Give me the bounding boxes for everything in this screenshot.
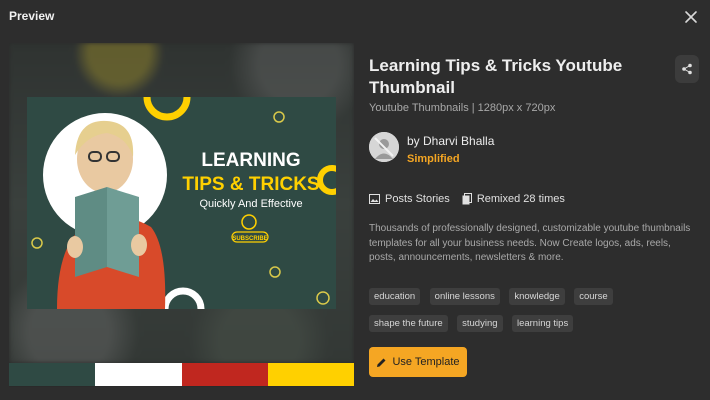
template-info: Learning Tips & Tricks Youtube Thumbnail… <box>369 55 699 114</box>
pencil-icon <box>377 358 386 367</box>
palette-swatch[interactable] <box>267 363 354 386</box>
thumb-subscribe: SUBSCRIBE <box>232 236 267 242</box>
template-preview: LEARNING TIPS & TRICKS Quickly And Effec… <box>9 43 354 387</box>
close-button[interactable] <box>682 8 700 26</box>
tag[interactable]: education <box>369 288 421 305</box>
modal-header: Preview <box>0 0 710 34</box>
thumbnail-image: LEARNING TIPS & TRICKS Quickly And Effec… <box>27 97 336 309</box>
palette-swatch[interactable] <box>9 363 96 386</box>
author-company: Simplified <box>407 153 460 165</box>
author-name[interactable]: by Dharvi Bhalla <box>407 134 494 148</box>
tag[interactable]: knowledge <box>509 288 565 305</box>
author-row: by Dharvi Bhalla Simplified <box>369 132 669 170</box>
thumb-line1: LEARNING <box>201 150 300 171</box>
tag-list: education online lessons knowledge cours… <box>369 286 704 340</box>
remix-count: Remixed 28 times <box>476 193 565 205</box>
template-title: Learning Tips & Tricks Youtube Thumbnail <box>369 56 623 97</box>
tag[interactable]: online lessons <box>429 288 500 305</box>
template-subtitle: Youtube Thumbnails | 1280px x 720px <box>369 102 556 114</box>
color-palette <box>9 363 354 386</box>
share-icon <box>682 63 692 75</box>
tag[interactable]: course <box>574 288 613 305</box>
image-icon <box>369 194 380 204</box>
thumb-line2: TIPS & TRICKS <box>182 174 319 195</box>
preview-modal: Preview LEARNING TIPS & TRICKS Quickly A… <box>0 0 710 400</box>
palette-swatch[interactable] <box>181 363 268 386</box>
modal-title: Preview <box>9 9 55 23</box>
tag[interactable]: studying <box>457 315 503 332</box>
tag[interactable]: learning tips <box>511 315 574 332</box>
template-description: Thousands of professionally designed, cu… <box>369 223 691 263</box>
category-item: Posts Stories <box>369 193 450 205</box>
close-icon <box>685 11 697 23</box>
thumb-line3: Quickly And Effective <box>199 198 302 210</box>
tag[interactable]: shape the future <box>369 315 448 332</box>
meta-row: Posts Stories Remixed 28 times <box>369 191 577 207</box>
no-image-icon <box>369 132 399 162</box>
avatar[interactable] <box>369 132 399 162</box>
remix-item: Remixed 28 times <box>462 193 565 205</box>
copy-icon <box>462 193 472 205</box>
thumbnail-artwork: LEARNING TIPS & TRICKS Quickly And Effec… <box>27 97 336 309</box>
palette-swatch[interactable] <box>95 363 182 386</box>
use-template-button[interactable]: Use Template <box>369 347 467 377</box>
category-label: Posts Stories <box>385 193 450 205</box>
use-template-label: Use Template <box>392 356 460 368</box>
share-button[interactable] <box>675 55 699 83</box>
